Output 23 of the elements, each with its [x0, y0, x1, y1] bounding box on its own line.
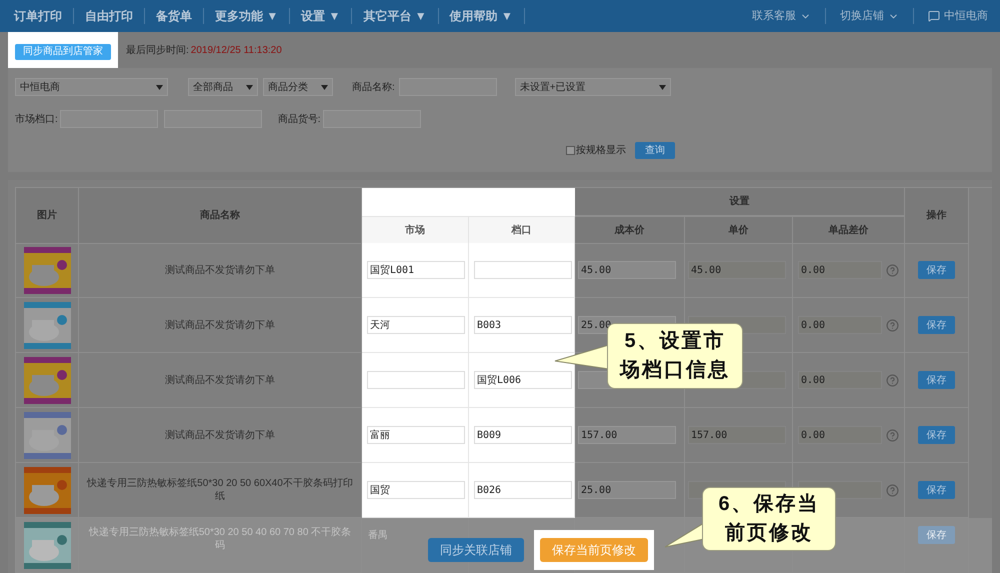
column-header: 商品名称: [79, 188, 362, 244]
column-header: 档口: [469, 216, 575, 243]
checkbox-label: 按规格显示: [576, 144, 626, 158]
column-header: 操作: [905, 188, 969, 244]
column-header: 市场: [362, 216, 469, 243]
sync-time: 2019/12/25 11:13:20: [190, 44, 282, 58]
product-name: 测试商品不发货请勿下单: [165, 428, 275, 442]
product-name: 测试商品不发货请勿下单: [165, 264, 275, 276]
product-name: 快递专用三防热敏标签纸50*30 20 50 60X40不干胶条码打印纸: [86, 477, 354, 503]
callout-tooltip: 6、保存当前页修改: [702, 487, 836, 551]
field-label: 市场档口:: [15, 112, 58, 126]
column-header: 单价: [685, 216, 793, 243]
product-name: 快递专用三防热敏标签纸50*30 20 50 40 60 70 80 不干胶条码: [88, 526, 352, 552]
product-name: 测试商品不发货请勿下单: [165, 318, 275, 332]
field-label: 商品货号:: [278, 112, 321, 126]
sync-label: 最后同步时间:: [126, 44, 189, 58]
market-text: 番禺: [368, 528, 388, 543]
group-header: 设置: [575, 188, 905, 216]
product-name: 测试商品不发货请勿下单: [165, 374, 275, 386]
field-label: 商品名称:: [352, 80, 395, 94]
column-header: 成本价: [575, 216, 685, 243]
column-header: 单品差价: [793, 216, 905, 243]
column-header: 图片: [16, 188, 79, 244]
